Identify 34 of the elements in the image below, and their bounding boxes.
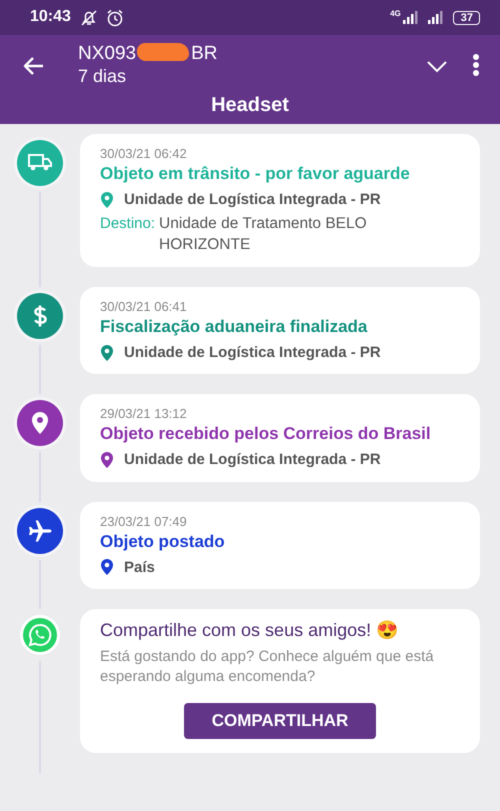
signal-icon	[426, 10, 444, 25]
event-location: Unidade de Logística Integrada - PR	[124, 450, 381, 470]
signal-icon	[402, 10, 419, 25]
muted-bell-icon	[78, 8, 99, 28]
status-time: 10:43	[30, 7, 71, 28]
event-title: Objeto em trânsito - por favor aguarde	[100, 162, 411, 185]
event-title: Fiscalização aduaneira finalizada	[100, 316, 368, 338]
destination-label: Destino:	[100, 214, 156, 234]
back-arrow-icon[interactable]	[22, 56, 44, 76]
alarm-icon	[104, 8, 125, 28]
page-title: Headset	[210, 93, 290, 118]
event-date: 30/03/21 06:41	[100, 298, 188, 316]
location-pin-icon	[100, 558, 114, 576]
chevron-down-icon[interactable]	[426, 60, 448, 74]
event-date: 29/03/21 13:12	[100, 406, 188, 424]
share-text: Está gostando do app? Conhece alguém que está esperando alguma encomenda?	[100, 646, 435, 687]
event-date: 30/03/21 06:42	[100, 146, 188, 163]
location-pin-icon	[100, 450, 114, 469]
network-type: 4G	[390, 9, 401, 20]
battery-indicator: 37	[452, 10, 480, 24]
share-title: Compartilhe com os seus amigos! 😍	[100, 619, 400, 642]
more-options-icon[interactable]	[472, 53, 480, 77]
event-location: Unidade de Logística Integrada - PR	[124, 190, 381, 210]
event-date: 23/03/21 07:49	[100, 514, 188, 531]
event-title: Objeto recebido pelos Correios do Brasil	[100, 423, 432, 446]
event-location: País	[124, 558, 155, 578]
event-title: Objeto postado	[100, 530, 226, 553]
share-button[interactable]: COMPARTILHAR	[184, 702, 376, 739]
location-pin-icon	[100, 190, 114, 209]
shipment-age: 7 dias	[78, 65, 128, 88]
event-location: Unidade de Logística Integrada - PR	[124, 342, 381, 362]
location-pin-icon	[100, 344, 114, 362]
destination-value: Unidade de Tratamento BELO HORIZONTE	[159, 214, 368, 255]
tracking-code: NX093 BR	[78, 43, 218, 65]
